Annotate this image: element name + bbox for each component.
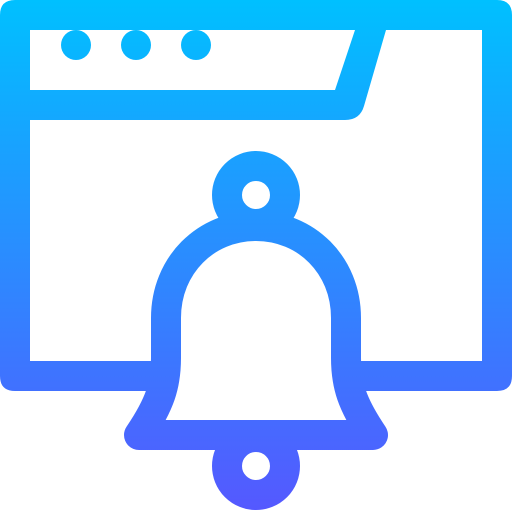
bell-clapper-icon (212, 422, 300, 510)
browser-notification-bell-icon (0, 0, 512, 510)
bell-icon (124, 211, 388, 450)
window-dot-icon (121, 30, 151, 60)
window-dot-icon (181, 30, 211, 60)
window-dot-icon (61, 30, 91, 60)
icon-canvas (0, 0, 512, 512)
